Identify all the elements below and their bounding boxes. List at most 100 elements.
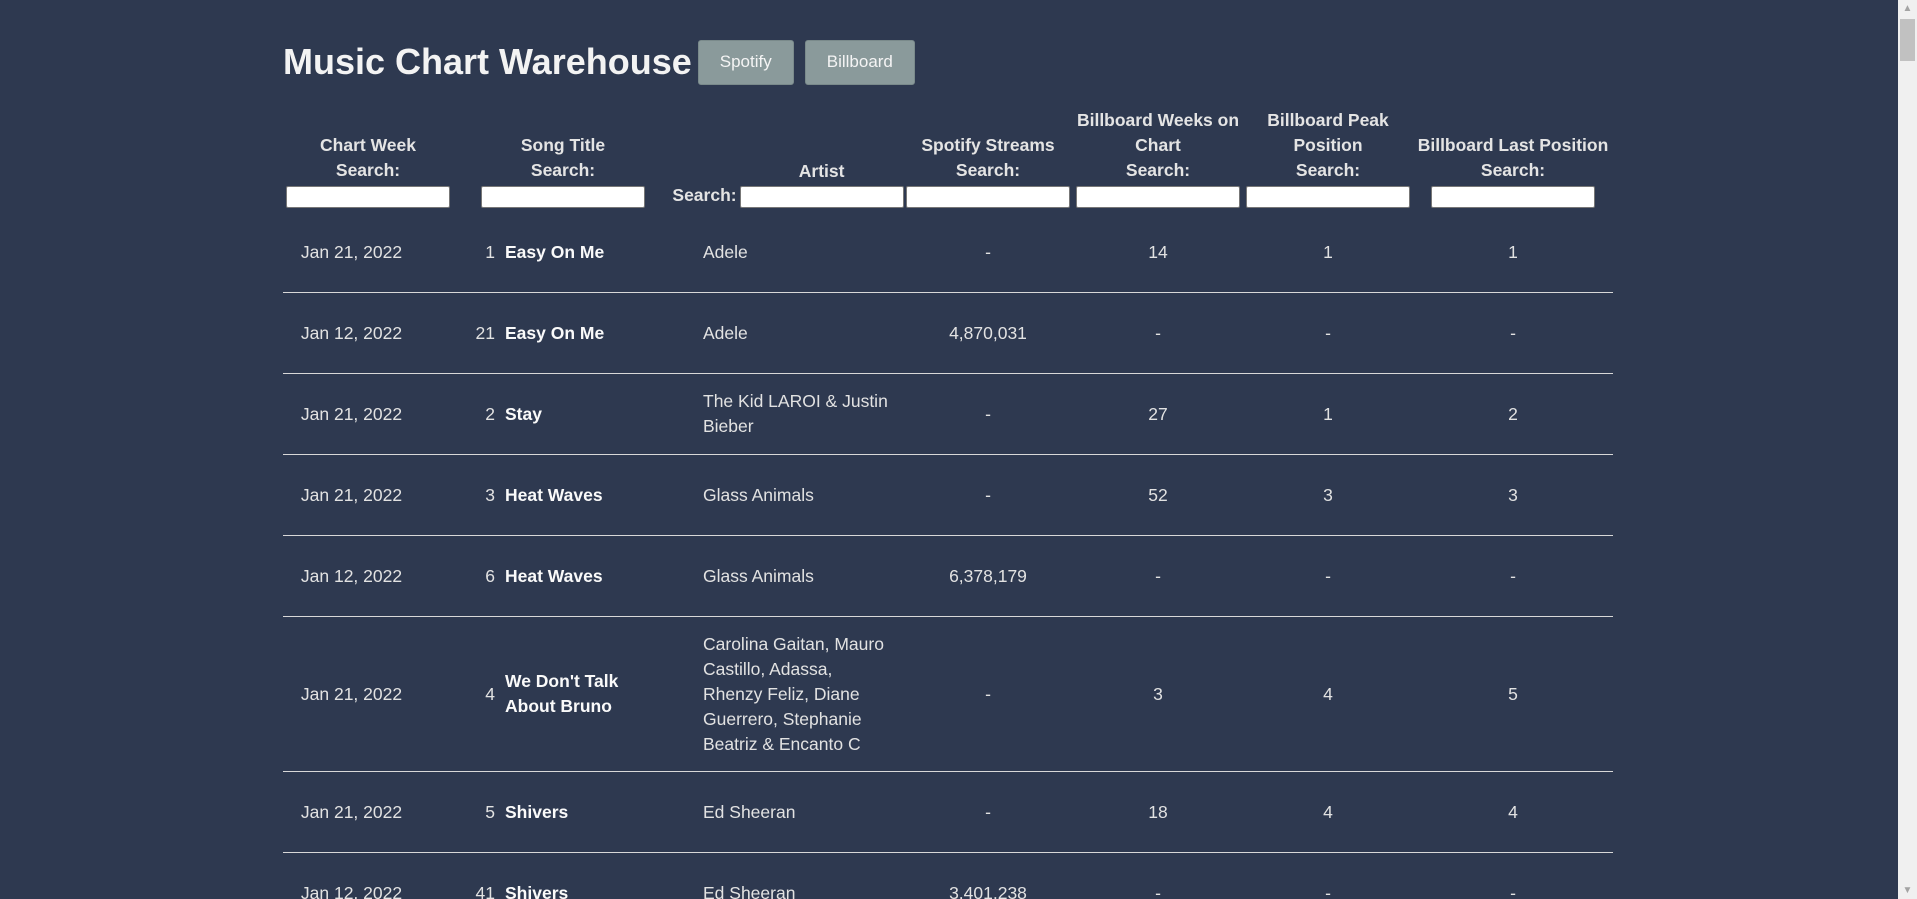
vertical-scrollbar[interactable]: ▲ ▼ — [1898, 0, 1917, 899]
table-row: Jan 21, 2022 2 Stay The Kid LAROI & Just… — [283, 373, 1613, 455]
chart-week-cell: Jan 21, 2022 — [283, 212, 453, 293]
billboard-last-cell: 1 — [1413, 212, 1613, 293]
spotify-streams-cell: 6,378,179 — [903, 535, 1073, 617]
search-label: Search: — [530, 160, 596, 180]
table-row: Jan 12, 2022 41 Shivers Ed Sheeran 3,401… — [283, 853, 1613, 899]
search-label: Search: — [1480, 160, 1546, 180]
position-cell: 5 — [453, 771, 503, 853]
table-row: Jan 21, 2022 1 Easy On Me Adele - 14 1 1 — [283, 212, 1613, 293]
billboard-last-cell: - — [1413, 535, 1613, 617]
search-label: Search: — [1295, 160, 1361, 180]
billboard-last-cell: - — [1510, 882, 1516, 899]
position-cell: 4 — [453, 616, 503, 772]
song-title-cell: Easy On Me — [503, 292, 673, 374]
billboard-last-search-input[interactable] — [1431, 185, 1595, 208]
billboard-peak-cell: - — [1325, 882, 1331, 899]
chart-week-cell: Jan 21, 2022 — [283, 454, 453, 536]
billboard-weeks-cell: - — [1073, 292, 1243, 374]
artist-cell: Adele — [673, 292, 903, 374]
search-label: Search: — [672, 185, 737, 205]
chart-week-cell: Jan 21, 2022 — [283, 771, 453, 853]
billboard-peak-cell: 4 — [1243, 616, 1413, 772]
search-label: Search: — [1125, 160, 1191, 180]
scroll-down-arrow-icon[interactable]: ▼ — [1898, 882, 1917, 899]
song-title-cell: Heat Waves — [503, 535, 673, 617]
billboard-peak-cell: 4 — [1243, 771, 1413, 853]
header-billboard-last-label: Billboard Last Position — [1417, 135, 1609, 155]
table-row: Jan 12, 2022 21 Easy On Me Adele 4,870,0… — [283, 292, 1613, 374]
billboard-last-cell: 3 — [1413, 454, 1613, 536]
billboard-weeks-cell: 52 — [1073, 454, 1243, 536]
billboard-weeks-cell: - — [1155, 882, 1161, 899]
billboard-peak-cell: 1 — [1243, 373, 1413, 455]
header-chart-week: Chart Week Search: — [283, 108, 453, 212]
page-title: Music Chart Warehouse — [283, 41, 692, 82]
song-title-cell: Shivers — [505, 882, 569, 899]
chart-week-search-input[interactable] — [286, 185, 450, 208]
position-cell: 21 — [453, 292, 503, 374]
artist-cell: Carolina Gaitan, Mauro Castillo, Adassa,… — [673, 616, 903, 772]
scrollbar-thumb[interactable] — [1900, 19, 1915, 61]
song-title-search-input[interactable] — [481, 185, 645, 208]
header-billboard-weeks-label: Billboard Weeks on Chart — [1076, 110, 1240, 155]
table-row: Jan 12, 2022 6 Heat Waves Glass Animals … — [283, 535, 1613, 617]
song-title-cell: Easy On Me — [503, 212, 673, 293]
billboard-last-cell: 5 — [1413, 616, 1613, 772]
artist-cell: Adele — [673, 212, 903, 293]
position-cell: 2 — [453, 373, 503, 455]
position-cell: 6 — [453, 535, 503, 617]
artist-search-input[interactable] — [739, 186, 904, 208]
header-billboard-peak: Billboard Peak Position Search: — [1243, 108, 1413, 212]
artist-cell: Glass Animals — [673, 454, 903, 536]
billboard-last-cell: - — [1413, 292, 1613, 374]
billboard-button[interactable]: Billboard — [804, 39, 915, 85]
spotify-streams-cell: - — [903, 373, 1073, 455]
spotify-streams-cell: 3,401,238 — [949, 882, 1027, 899]
spotify-streams-cell: - — [903, 212, 1073, 293]
position-cell: 1 — [453, 212, 503, 293]
billboard-weeks-search-input[interactable] — [1076, 185, 1240, 208]
billboard-weeks-cell: - — [1073, 535, 1243, 617]
billboard-peak-cell: - — [1243, 292, 1413, 374]
billboard-peak-search-input[interactable] — [1246, 185, 1410, 208]
spotify-streams-cell: - — [903, 454, 1073, 536]
chart-week-cell: Jan 12, 2022 — [283, 535, 453, 617]
header-song-title-label: Song Title — [520, 135, 606, 155]
billboard-peak-cell: 1 — [1243, 212, 1413, 293]
chart-week-cell: Jan 21, 2022 — [283, 373, 453, 455]
billboard-weeks-cell: 14 — [1073, 212, 1243, 293]
search-label: Search: — [955, 160, 1021, 180]
chart-week-cell: Jan 12, 2022 — [283, 292, 453, 374]
header-artist: Search: Artist — [672, 108, 904, 212]
header-spotify-streams: Spotify Streams Search: — [903, 108, 1073, 212]
chart-week-cell: Jan 12, 2022 — [300, 882, 403, 899]
artist-cell: Glass Animals — [673, 535, 903, 617]
artist-cell: Ed Sheeran — [673, 771, 903, 853]
header: Music Chart Warehouse Spotify Billboard — [283, 38, 915, 86]
artist-cell: Ed Sheeran — [703, 882, 796, 899]
billboard-weeks-cell: 27 — [1073, 373, 1243, 455]
header-chart-week-label: Chart Week — [320, 135, 416, 155]
song-title-cell: Shivers — [503, 771, 673, 853]
chart-week-cell: Jan 21, 2022 — [283, 616, 453, 772]
header-spotify-streams-label: Spotify Streams — [921, 135, 1055, 155]
spotify-button[interactable]: Spotify — [697, 39, 794, 85]
chart-table: Chart Week Search: Song Title Search: Se… — [283, 108, 1613, 899]
header-billboard-peak-label: Billboard Peak Position — [1267, 110, 1389, 155]
search-label: Search: — [335, 160, 401, 180]
scroll-up-arrow-icon[interactable]: ▲ — [1898, 0, 1917, 17]
artist-cell: The Kid LAROI & Justin Bieber — [673, 373, 903, 455]
billboard-peak-cell: - — [1243, 535, 1413, 617]
table-row: Jan 21, 2022 4 We Don't Talk About Bruno… — [283, 616, 1613, 772]
table-row: Jan 21, 2022 3 Heat Waves Glass Animals … — [283, 454, 1613, 536]
spotify-streams-cell: - — [903, 771, 1073, 853]
spotify-streams-search-input[interactable] — [906, 185, 1070, 208]
song-title-cell: Stay — [503, 373, 673, 455]
position-cell: 3 — [453, 454, 503, 536]
header-song-title: Song Title Search: — [453, 108, 673, 212]
position-cell: 41 — [475, 882, 495, 899]
header-billboard-last: Billboard Last Position Search: — [1413, 108, 1613, 212]
table-header-row: Chart Week Search: Song Title Search: Se… — [283, 108, 1613, 212]
billboard-peak-cell: 3 — [1243, 454, 1413, 536]
spotify-streams-cell: - — [903, 616, 1073, 772]
